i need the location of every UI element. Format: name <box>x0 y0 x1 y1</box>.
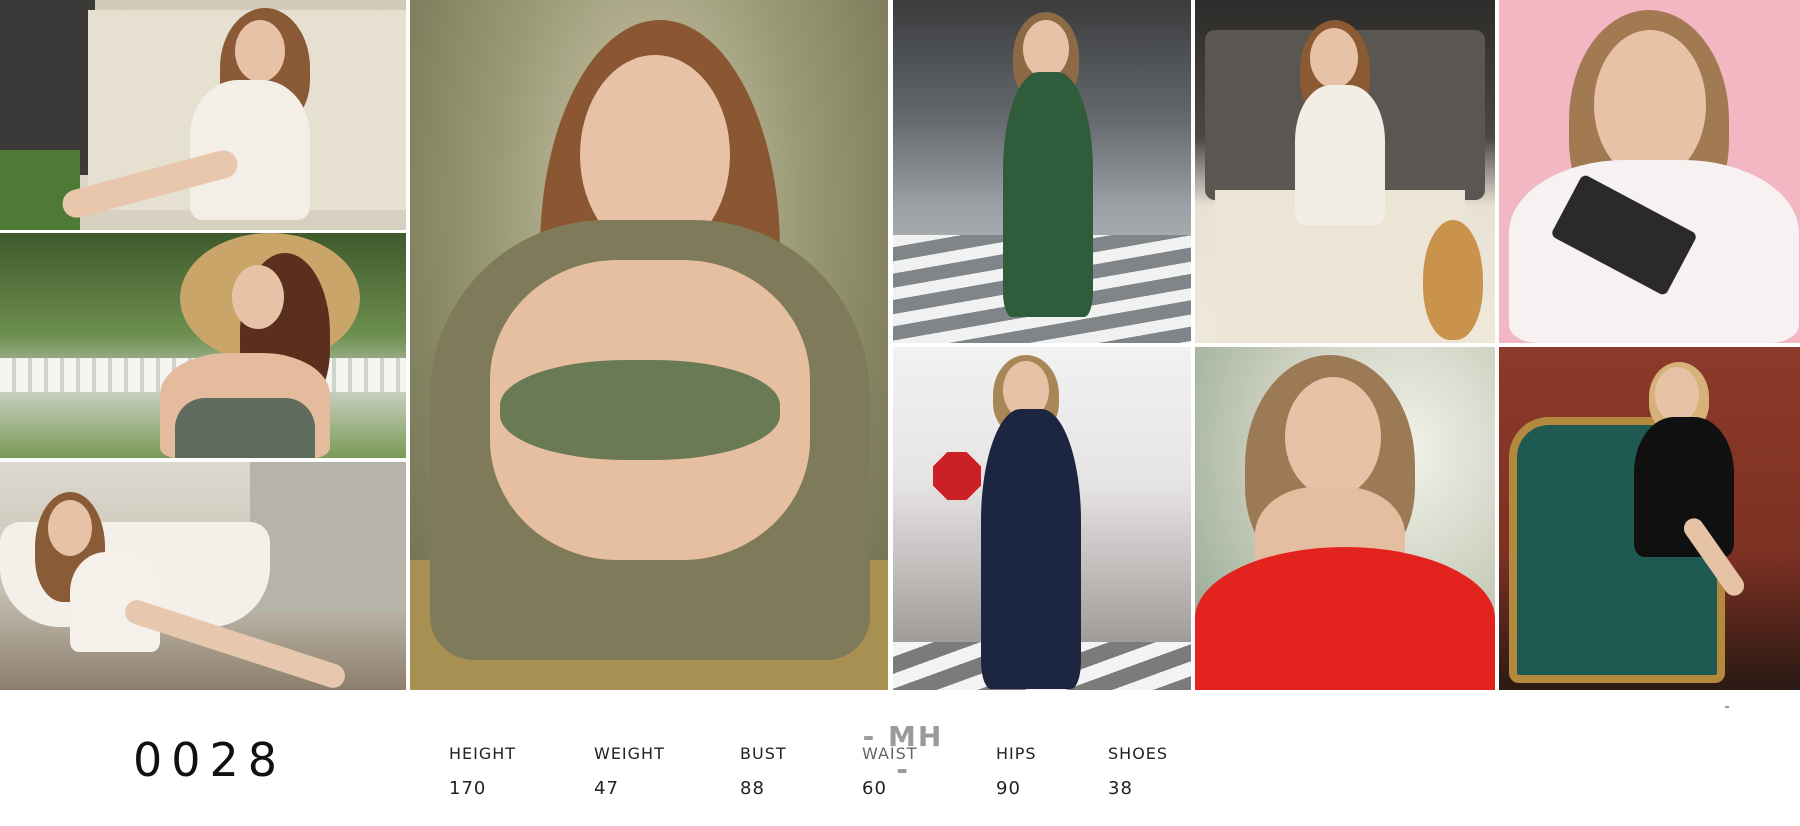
photo-sunglasses-stop-sign <box>893 347 1191 690</box>
stat-value-waist: 60 <box>862 778 887 799</box>
stat-value-shoes: 38 <box>1108 778 1133 799</box>
stat-value-bust: 88 <box>740 778 765 799</box>
photo-white-bathtub <box>0 462 406 690</box>
photo-pink-backdrop-wallet <box>1499 0 1800 343</box>
stat-value-weight: 47 <box>594 778 619 799</box>
stat-label-bust: BUST <box>740 744 787 763</box>
photo-red-dress <box>1195 347 1495 690</box>
photo-green-bikini-feature <box>410 0 888 690</box>
stat-label-hips: HIPS <box>996 744 1037 763</box>
photo-green-leather-chair <box>1499 347 1800 690</box>
divider-mark <box>1725 706 1729 708</box>
stat-value-height: 170 <box>449 778 487 799</box>
model-id: 0028 <box>133 733 287 787</box>
stat-label-waist: WAIST <box>862 744 918 763</box>
photo-car-trunk-guitar <box>1195 0 1495 343</box>
photo-white-lingerie-by-car <box>0 0 406 230</box>
stat-value-hips: 90 <box>996 778 1021 799</box>
photo-straw-hat-garden <box>0 233 406 458</box>
stat-label-weight: WEIGHT <box>594 744 665 763</box>
stat-label-height: HEIGHT <box>449 744 517 763</box>
photo-floral-dress-street <box>893 0 1191 343</box>
stat-label-shoes: SHOES <box>1108 744 1169 763</box>
